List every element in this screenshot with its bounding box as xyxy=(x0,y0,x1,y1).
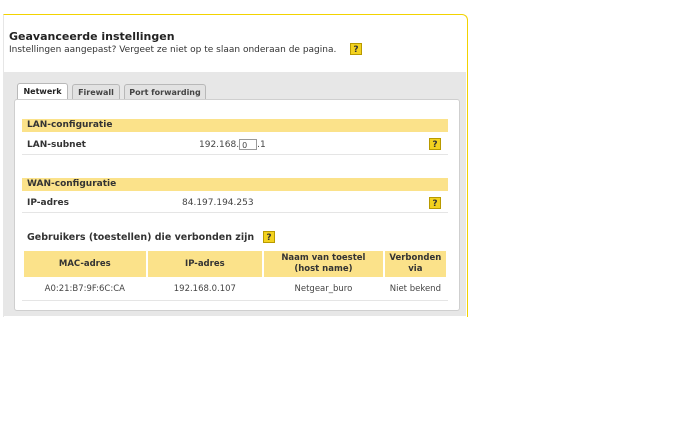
col-mac: MAC-adres xyxy=(24,251,146,277)
lan-subnet-octet-input[interactable]: 0 xyxy=(239,139,258,150)
divider xyxy=(22,300,448,301)
wan-ip-value: 84.197.194.253 xyxy=(182,198,254,208)
col-ip: IP-adres xyxy=(147,251,263,277)
tab-port-forwarding[interactable]: Port forwarding xyxy=(124,84,206,99)
lan-subnet-suffix: .1 xyxy=(257,140,266,150)
divider xyxy=(22,212,448,213)
cell-mac: A0:21:B7:9F:6C:CA xyxy=(44,284,125,294)
users-help-icon[interactable]: ? xyxy=(263,231,275,243)
col-hostname-line2: (host name) xyxy=(294,264,353,274)
lan-help-icon[interactable]: ? xyxy=(429,138,441,150)
lan-section-heading: LAN-configuratie xyxy=(22,119,448,132)
page-subtitle: Instellingen aangepast? Vergeet ze niet … xyxy=(9,45,337,55)
wan-help-icon[interactable]: ? xyxy=(429,197,441,209)
col-via: Verbonden via xyxy=(384,251,446,277)
cell-ip: 192.168.0.107 xyxy=(173,284,236,294)
cell-via: Niet bekend xyxy=(389,284,441,294)
users-title: Gebruikers (toestellen) die verbonden zi… xyxy=(27,232,255,243)
tab-firewall[interactable]: Firewall xyxy=(72,84,120,99)
divider xyxy=(22,154,448,155)
col-via-line1: Verbonden xyxy=(389,253,442,263)
lan-subnet-value: 192.168. 0.1 xyxy=(199,139,266,150)
users-table: MAC-adres IP-adres Naam van toestel (hos… xyxy=(22,251,448,301)
col-hostname: Naam van toestel (host name) xyxy=(264,251,383,277)
page-title: Geavanceerde instellingen xyxy=(9,30,175,43)
lan-subnet-label: LAN-subnet xyxy=(27,140,86,150)
table-row: A0:21:B7:9F:6C:CA 192.168.0.107 Netgear_… xyxy=(24,277,446,301)
col-hostname-line1: Naam van toestel xyxy=(281,253,366,263)
wan-ip-label: IP-adres xyxy=(27,198,69,208)
tab-netwerk[interactable]: Netwerk xyxy=(17,83,68,100)
lan-subnet-prefix: 192.168. xyxy=(199,140,240,150)
help-icon[interactable]: ? xyxy=(350,43,362,55)
cell-hostname: Netgear_buro xyxy=(294,284,353,294)
col-via-line2: via xyxy=(408,264,423,274)
wan-section-heading: WAN-configuratie xyxy=(22,178,448,191)
table-header-row: MAC-adres IP-adres Naam van toestel (hos… xyxy=(24,251,446,277)
